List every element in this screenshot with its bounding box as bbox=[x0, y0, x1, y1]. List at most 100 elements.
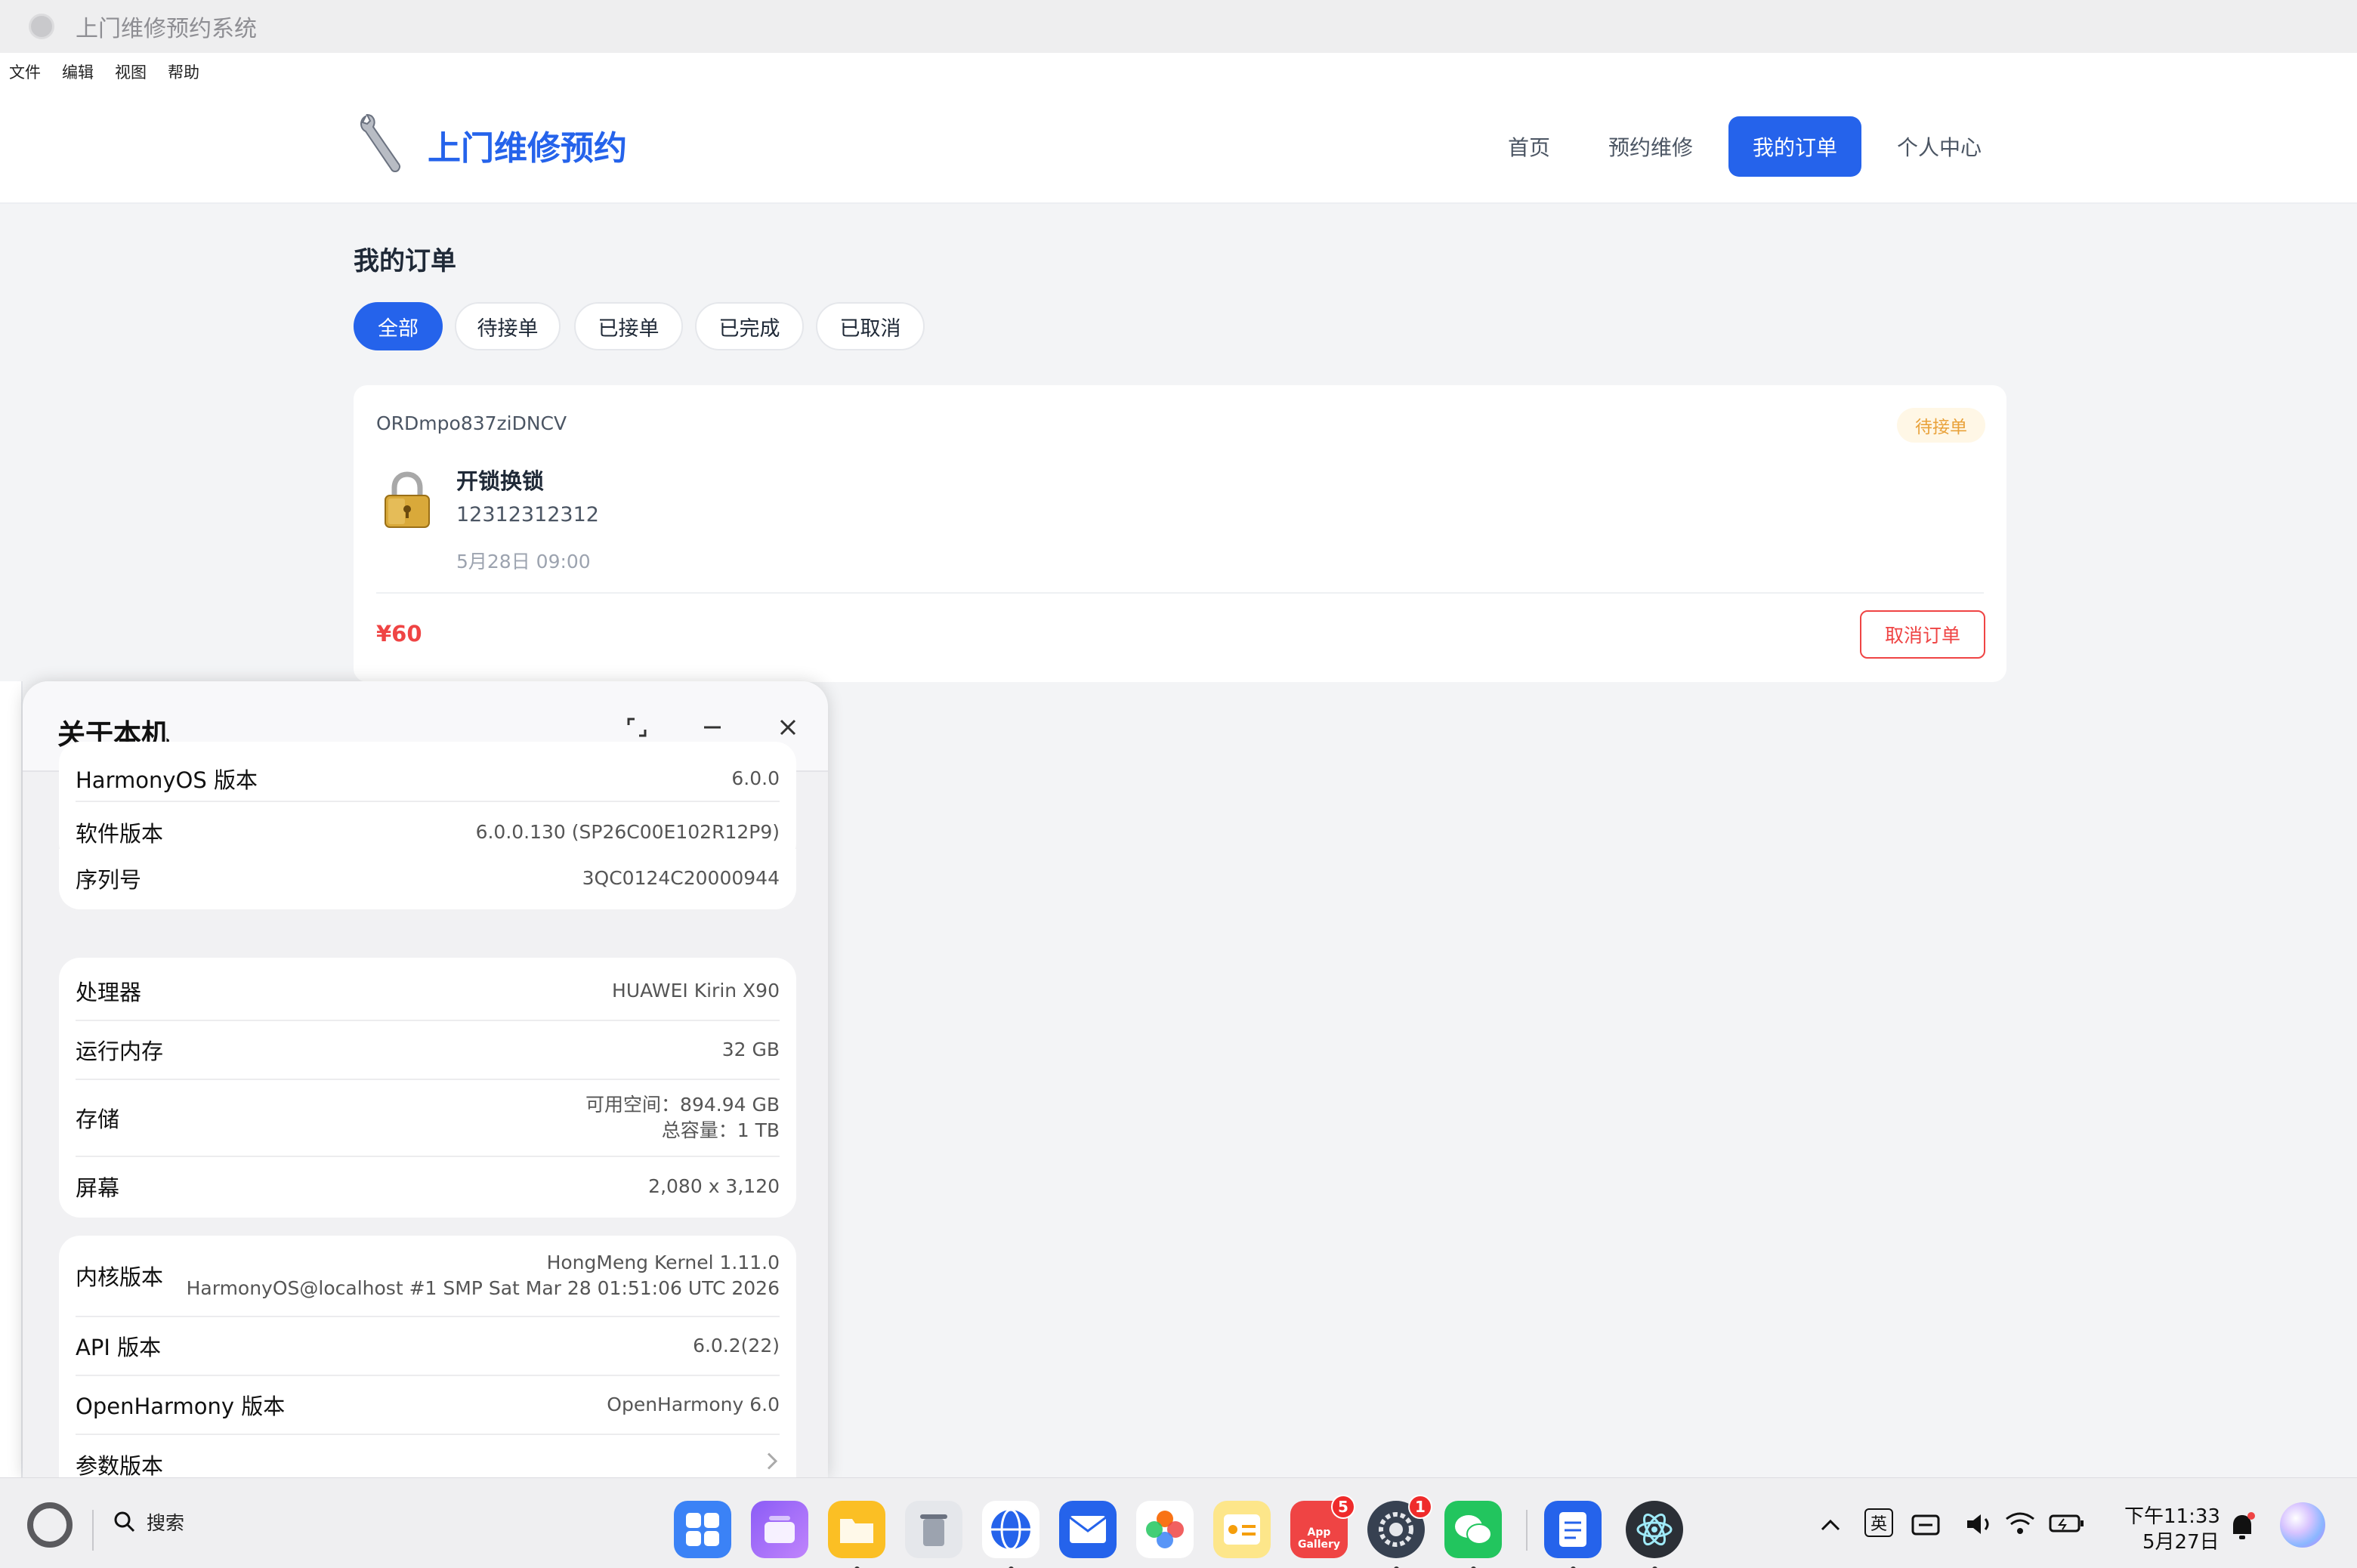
wifi-icon[interactable] bbox=[2003, 1510, 2037, 1537]
nav-book-repair[interactable]: 预约维修 bbox=[1596, 116, 1706, 177]
row-ram: 运行内存 32 GB bbox=[76, 1021, 780, 1080]
photos-icon[interactable] bbox=[1136, 1501, 1194, 1558]
filter-tab-accepted[interactable]: 已接单 bbox=[574, 302, 683, 350]
keyboard-icon[interactable] bbox=[1911, 1511, 1942, 1537]
menu-file[interactable]: 文件 bbox=[9, 60, 41, 83]
params-version-label: 参数版本 bbox=[76, 1453, 164, 1477]
screen-label: 屏幕 bbox=[76, 1175, 120, 1201]
notification-bell-icon[interactable] bbox=[2229, 1511, 2256, 1542]
clock-time[interactable]: 下午11:33 bbox=[2124, 1501, 2220, 1529]
nav-my-orders[interactable]: 我的订单 bbox=[1728, 116, 1861, 177]
background-window-edge bbox=[0, 681, 23, 1477]
info-group-version: HarmonyOS 版本 6.0.0 软件版本 6.0.0.130 (SP26C… bbox=[59, 742, 796, 864]
filter-tab-cancelled[interactable]: 已取消 bbox=[816, 302, 925, 350]
close-icon bbox=[780, 719, 796, 736]
close-button[interactable] bbox=[775, 715, 801, 740]
notes-icon[interactable] bbox=[1213, 1501, 1271, 1558]
nav-profile[interactable]: 个人中心 bbox=[1884, 116, 1994, 177]
row-kernel-version: 内核版本 HongMeng Kernel 1.11.0 HarmonyOS@lo… bbox=[76, 1236, 780, 1317]
page-title: 我的订单 bbox=[354, 246, 456, 276]
appgallery-icon[interactable]: App Gallery 5 bbox=[1290, 1495, 1355, 1558]
row-processor: 处理器 HUAWEI Kirin X90 bbox=[76, 962, 780, 1021]
settings-badge: 1 bbox=[1408, 1495, 1432, 1519]
menubar: 文件 编辑 视图 帮助 bbox=[0, 53, 2357, 91]
menu-edit[interactable]: 编辑 bbox=[62, 60, 94, 83]
serial-number-value: 3QC0124C20000944 bbox=[582, 867, 780, 889]
chevron-up-icon[interactable] bbox=[1819, 1517, 1842, 1533]
processor-label: 处理器 bbox=[76, 980, 142, 1005]
maximize-icon bbox=[627, 718, 647, 737]
kernel-version-line2: HarmonyOS@localhost #1 SMP Sat Mar 28 01… bbox=[186, 1277, 780, 1299]
appgallery-badge: 5 bbox=[1331, 1495, 1355, 1519]
kernel-version-line1: HongMeng Kernel 1.11.0 bbox=[546, 1252, 780, 1273]
about-device-window: 关于本机 HarmonyOS 版本 6.0.0 软件版本 6.0.0.130 (… bbox=[23, 681, 828, 1477]
filter-tab-completed[interactable]: 已完成 bbox=[695, 302, 804, 350]
row-api-version: API 版本 6.0.2(22) bbox=[76, 1317, 780, 1376]
wechat-icon[interactable] bbox=[1444, 1501, 1502, 1568]
status-badge: 待接单 bbox=[1897, 408, 1985, 443]
api-version-value: 6.0.2(22) bbox=[693, 1335, 780, 1357]
api-version-label: API 版本 bbox=[76, 1335, 162, 1360]
taskbar-search[interactable]: 搜索 bbox=[113, 1508, 184, 1536]
ram-label: 运行内存 bbox=[76, 1039, 164, 1064]
menu-view[interactable]: 视图 bbox=[115, 60, 147, 83]
cancel-order-button[interactable]: 取消订单 bbox=[1860, 610, 1985, 659]
contact-phone: 12312312312 bbox=[456, 503, 599, 526]
electron-icon[interactable] bbox=[1626, 1501, 1683, 1568]
site-header bbox=[0, 91, 2357, 204]
service-name: 开锁换锁 bbox=[456, 468, 545, 494]
row-harmonyos-version: HarmonyOS 版本 6.0.0 bbox=[76, 757, 780, 802]
openharmony-version-value: OpenHarmony 6.0 bbox=[607, 1394, 780, 1415]
taskbar-search-label: 搜索 bbox=[147, 1512, 185, 1534]
storage-available: 可用空间：894.94 GB bbox=[585, 1094, 780, 1116]
row-storage: 存储 可用空间：894.94 GB 总容量：1 TB bbox=[76, 1080, 780, 1157]
window-title: 上门维修预约系统 bbox=[76, 16, 257, 42]
nav-home[interactable]: 首页 bbox=[1491, 116, 1567, 177]
info-group-version-tail: 序列号 3QC0124C20000944 bbox=[59, 849, 796, 909]
docs-icon[interactable] bbox=[1544, 1501, 1602, 1568]
ram-value: 32 GB bbox=[721, 1039, 780, 1060]
appgallery-label: App Gallery bbox=[1297, 1526, 1341, 1551]
screen-value: 2,080 x 3,120 bbox=[648, 1175, 780, 1197]
harmonyos-version-label: HarmonyOS 版本 bbox=[76, 767, 258, 793]
search-icon bbox=[114, 1511, 135, 1533]
row-params-version[interactable]: 参数版本 bbox=[76, 1435, 780, 1477]
window-titlebar: 上门维修预约系统 bbox=[0, 0, 2357, 53]
browser-icon[interactable] bbox=[982, 1501, 1039, 1568]
order-card[interactable]: ORDmpo837ziDNCV 待接单 开锁换锁 12312312312 5月2… bbox=[354, 385, 2006, 682]
volume-icon[interactable] bbox=[1964, 1511, 1994, 1537]
kernel-version-value: HongMeng Kernel 1.11.0 HarmonyOS@localho… bbox=[187, 1250, 780, 1301]
maximize-button[interactable] bbox=[624, 715, 650, 740]
assistant-orb-icon[interactable] bbox=[2280, 1502, 2325, 1548]
app-launcher-icon[interactable] bbox=[674, 1501, 731, 1558]
row-openharmony-version: OpenHarmony 版本 OpenHarmony 6.0 bbox=[76, 1376, 780, 1435]
appointment-time: 5月28日 09:00 bbox=[456, 551, 591, 573]
start-button[interactable] bbox=[27, 1502, 73, 1548]
lock-icon bbox=[385, 471, 430, 528]
multitask-icon[interactable] bbox=[751, 1501, 808, 1558]
storage-label: 存储 bbox=[76, 1107, 120, 1132]
order-price: ¥60 bbox=[376, 621, 422, 647]
processor-value: HUAWEI Kirin X90 bbox=[612, 980, 780, 1002]
storage-total: 总容量：1 TB bbox=[661, 1119, 780, 1141]
files-icon[interactable] bbox=[828, 1501, 885, 1568]
taskbar: 搜索 App Gallery 5 1 英 下午11:33 5月27日 bbox=[0, 1477, 2357, 1568]
mail-icon[interactable] bbox=[1059, 1501, 1117, 1558]
site-logo-text[interactable]: 上门维修预约 bbox=[428, 121, 627, 169]
card-divider bbox=[376, 592, 1984, 594]
chevron-right-icon bbox=[765, 1451, 780, 1478]
minimize-icon bbox=[704, 726, 721, 729]
minimize-button[interactable] bbox=[700, 715, 725, 740]
row-serial-number: 序列号 3QC0124C20000944 bbox=[76, 849, 780, 908]
clock-date[interactable]: 5月27日 bbox=[2142, 1526, 2220, 1554]
battery-icon[interactable] bbox=[2049, 1513, 2085, 1534]
kernel-version-label: 内核版本 bbox=[76, 1264, 164, 1290]
input-method-indicator[interactable]: 英 bbox=[1864, 1508, 1893, 1537]
filter-tab-pending[interactable]: 待接单 bbox=[455, 302, 561, 350]
filter-tab-all[interactable]: 全部 bbox=[354, 302, 443, 350]
menu-help[interactable]: 帮助 bbox=[168, 60, 199, 83]
settings-icon[interactable]: 1 bbox=[1367, 1495, 1432, 1568]
storage-value: 可用空间：894.94 GB 总容量：1 TB bbox=[585, 1092, 780, 1144]
trash-icon[interactable] bbox=[905, 1501, 962, 1558]
wrench-icon bbox=[360, 113, 401, 172]
